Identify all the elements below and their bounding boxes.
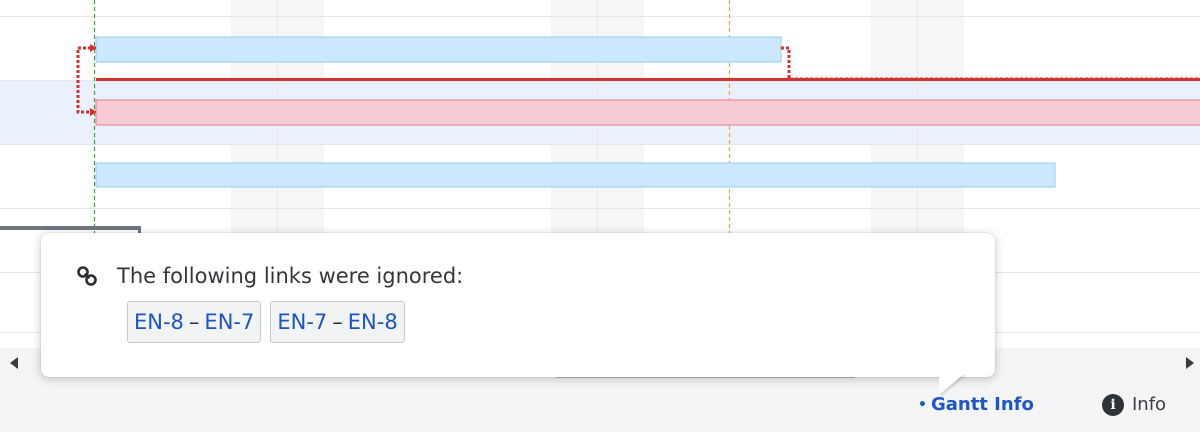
- popover-message: The following links were ignored:: [117, 264, 464, 288]
- link-to[interactable]: EN-7: [204, 310, 254, 334]
- scroll-right-arrow-icon[interactable]: [1186, 357, 1194, 369]
- link-icon: [77, 266, 97, 286]
- footer-bar: • Gantt Info i Info: [0, 378, 1200, 432]
- info-label: Info: [1132, 394, 1167, 415]
- info-button[interactable]: i Info: [1102, 378, 1166, 432]
- active-dot: •: [918, 397, 927, 413]
- link-from[interactable]: EN-8: [134, 310, 184, 334]
- gantt-info-label: Gantt Info: [930, 394, 1034, 415]
- ignored-link-chip: EN-8 – EN-7: [127, 301, 262, 343]
- link-connector: [84, 273, 90, 279]
- task-bar[interactable]: [95, 162, 1056, 188]
- link-separator: –: [332, 310, 343, 334]
- task-bar-critical[interactable]: [95, 99, 1200, 126]
- popover-header: The following links were ignored:: [75, 261, 463, 291]
- scroll-left-arrow-icon[interactable]: [10, 357, 18, 369]
- link-separator: –: [188, 310, 200, 334]
- popover-pointer: [939, 373, 965, 395]
- task-bar[interactable]: [95, 36, 782, 63]
- ignored-link-list: EN-8 – EN-7 EN-7 – EN-8: [127, 301, 414, 343]
- ignored-links-popover: The following links were ignored: EN-8 –…: [41, 233, 995, 395]
- ignored-link-chip: EN-7 – EN-8: [270, 301, 405, 343]
- link-from[interactable]: EN-7: [277, 310, 327, 334]
- task-bar-edge: [0, 226, 140, 230]
- link-to[interactable]: EN-8: [348, 310, 398, 334]
- dependency-link[interactable]: [781, 46, 1200, 81]
- gantt-info-button[interactable]: • Gantt Info: [918, 378, 1034, 432]
- info-icon: i: [1102, 394, 1124, 416]
